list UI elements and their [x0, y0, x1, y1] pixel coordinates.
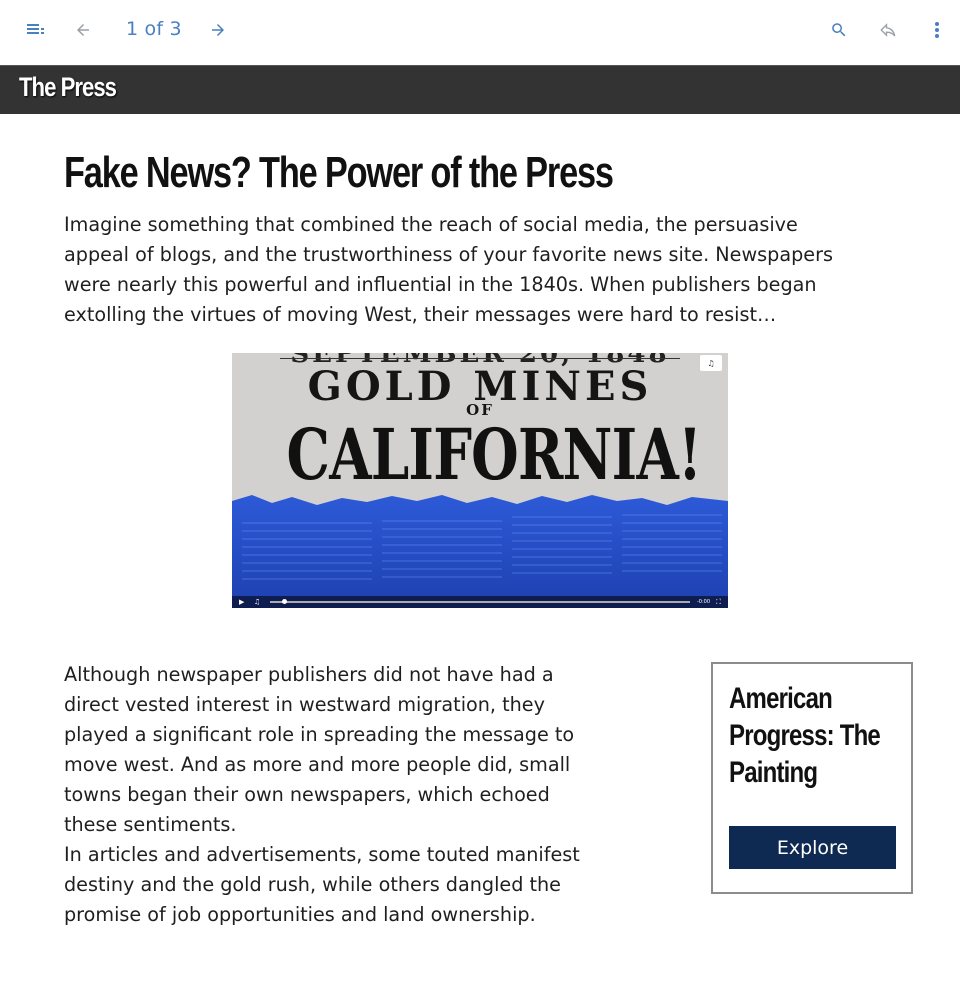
video-time: -0:00	[697, 599, 711, 605]
related-card: American Progress: The Painting Explore	[711, 662, 913, 894]
video-progress-knob[interactable]	[282, 599, 288, 604]
intro-paragraph: Imagine something that combined the reac…	[64, 213, 833, 326]
reply-icon[interactable]	[872, 14, 904, 46]
arrow-forward-icon[interactable]	[202, 14, 234, 46]
toolbar: 1 of 3	[0, 0, 960, 64]
explore-button[interactable]: Explore	[729, 826, 896, 869]
related-card-title: American Progress: The Painting	[729, 682, 881, 789]
video-mute-icon[interactable]: ♫	[700, 355, 722, 371]
video-player[interactable]: SEPTEMBER 20, 1848 GOLD MINES OF CALIFOR…	[232, 353, 728, 608]
fullscreen-icon[interactable]: ⛶	[716, 596, 721, 608]
play-icon[interactable]: ▶	[239, 596, 244, 608]
body-paragraph-1: Although newspaper publishers did not ha…	[64, 663, 575, 836]
volume-icon[interactable]: ♫	[254, 596, 260, 608]
video-frame-rule	[280, 358, 680, 359]
page-title: Fake News? The Power of the Press	[64, 148, 614, 197]
video-frame-california: CALIFORNIA!	[286, 413, 702, 496]
more-vert-icon[interactable]	[921, 14, 953, 46]
section-title: The Press	[19, 72, 117, 102]
body-paragraph-2: In articles and advertisements, some tou…	[64, 843, 580, 926]
page-indicator: 1 of 3	[126, 18, 182, 40]
arrow-back-icon[interactable]	[67, 14, 99, 46]
video-controls: ▶ ♫ -0:00 ⛶	[232, 596, 728, 608]
section-header-bar: The Press	[0, 65, 960, 114]
table-of-contents-icon[interactable]	[20, 14, 52, 46]
video-progress-track[interactable]	[270, 601, 690, 603]
video-frame-blue-newspaper	[232, 495, 728, 608]
search-icon[interactable]	[823, 14, 855, 46]
